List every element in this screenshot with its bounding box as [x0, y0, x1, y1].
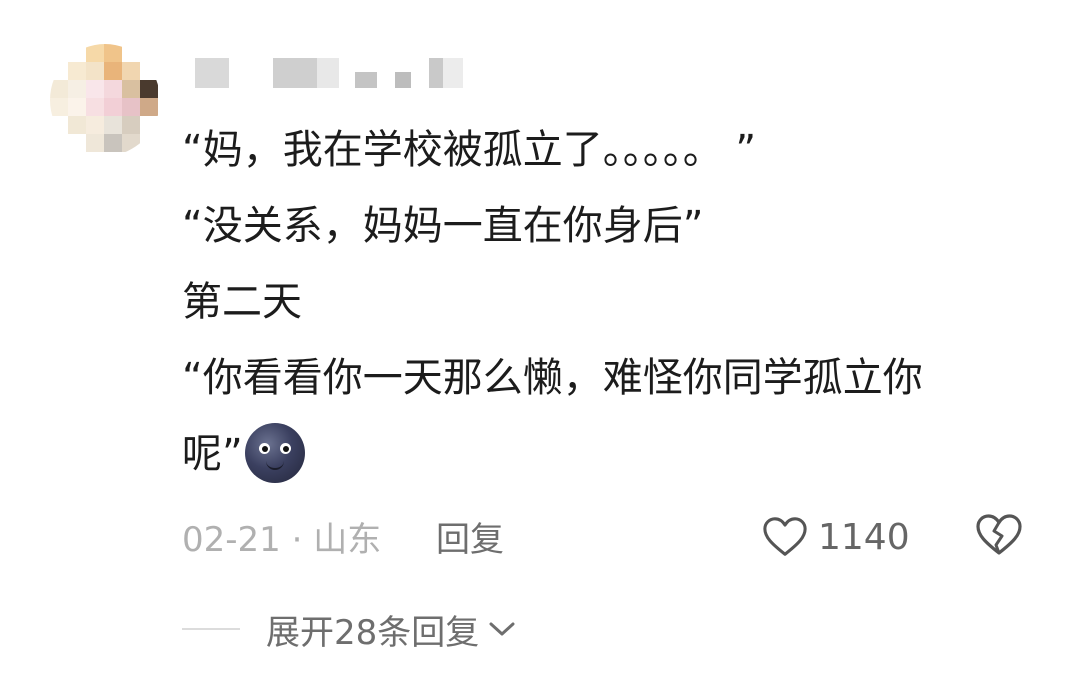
username-redacted[interactable] [185, 58, 485, 88]
comment-line: “妈，我在学校被孤立了。。。。。 ” [182, 127, 757, 173]
comment-line: 第二天 [182, 279, 302, 325]
chevron-down-icon [489, 622, 515, 636]
like-button[interactable]: 1140 [762, 512, 910, 562]
like-count: 1140 [818, 516, 910, 558]
heart-icon [763, 517, 807, 556]
new-moon-face-icon [244, 423, 305, 483]
avatar[interactable] [50, 44, 160, 156]
comment-line: “你看看你一天那么懒，难怪你同学孤立你 [182, 355, 923, 401]
comment-date-location: 02-21 · 山东 [182, 520, 382, 560]
reply-button[interactable]: 回复 [436, 512, 504, 561]
comment-line: “没关系，妈妈一直在你身后” [182, 203, 704, 249]
comment-body: “妈，我在学校被孤立了。。。。。 ” “没关系，妈妈一直在你身后” 第二天 “你… [182, 112, 1042, 492]
expand-replies[interactable]: 展开28条回复 [182, 604, 517, 654]
expand-replies-label: 展开28条回复 [266, 612, 480, 653]
divider [182, 628, 240, 630]
comment-line-text: 呢” [182, 431, 243, 477]
dislike-button[interactable] [975, 512, 1023, 562]
comment-line-last: 呢” [182, 416, 1042, 492]
broken-heart-icon [976, 514, 1022, 555]
